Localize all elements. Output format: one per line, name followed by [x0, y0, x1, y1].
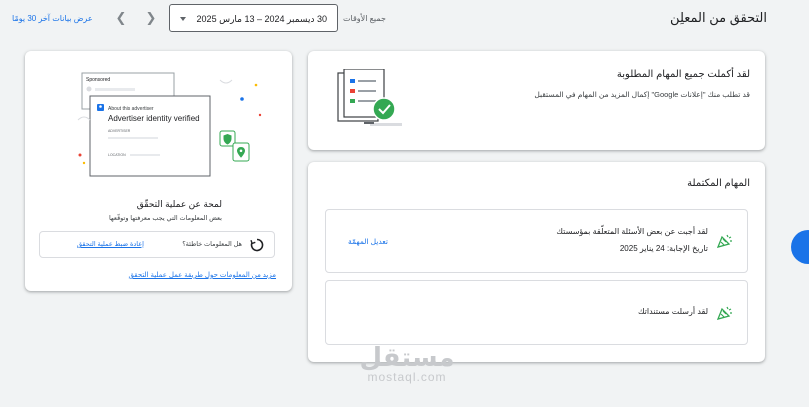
- summary-card: لقد أكملت جميع المهام المطلوبة قد تطلب م…: [308, 51, 765, 150]
- date-range-picker[interactable]: 30 ديسمبر 2024 – 13 مارس 2025: [169, 4, 338, 32]
- verification-overview-card: Sponsored About this advertiser Advertis…: [25, 51, 292, 291]
- svg-text:About this advertiser: About this advertiser: [108, 106, 154, 112]
- history-icon: [250, 238, 264, 252]
- edit-task-link[interactable]: تعديل المهمّة: [348, 237, 388, 246]
- svg-text:ADVERTISER: ADVERTISER: [108, 129, 131, 133]
- chevron-right-icon[interactable]: ❯: [144, 10, 158, 26]
- task-item: لقد أجبت عن بعض الأسئلة المتعلّقة بمؤسست…: [325, 209, 748, 273]
- page-title: التحقق من المعلِن: [670, 10, 767, 25]
- info-question: هل المعلومات خاطئة؟: [182, 241, 242, 248]
- top-bar: التحقق من المعلِن جميع الأوقات 30 ديسمبر…: [0, 0, 809, 42]
- summary-body: قد تطلب منك "إعلانات Google" إكمال المزي…: [534, 90, 750, 99]
- task-title: لقد أجبت عن بعض الأسئلة المتعلّقة بمؤسست…: [556, 227, 708, 236]
- party-popper-icon: [717, 306, 732, 320]
- reset-verification-link[interactable]: إعادة ضبط عملية التحقق: [77, 240, 144, 248]
- dropdown-caret-icon: [180, 17, 186, 21]
- scroll-button[interactable]: [791, 230, 809, 264]
- overview-body: بعض المعلومات التي يجب معرفتها وتوقّعها: [108, 215, 222, 222]
- checklist-illustration: [337, 69, 402, 126]
- info-box: هل المعلومات خاطئة؟ إعادة ضبط عملية التح…: [39, 231, 275, 258]
- svg-text:Sponsored: Sponsored: [86, 77, 110, 83]
- advertiser-verified-illustration: Sponsored About this advertiser Advertis…: [77, 72, 262, 177]
- completed-tasks-card: المهام المكتملة لقد أجبت عن بعض الأسئلة …: [308, 162, 765, 362]
- overview-title: لمحة عن عملية التحقّق: [136, 199, 222, 209]
- watermark: مستقل mostaql.com: [352, 343, 462, 383]
- date-range-label: جميع الأوقات: [343, 14, 386, 23]
- watermark-latin: mostaql.com: [367, 370, 447, 384]
- svg-text:LOCATION: LOCATION: [108, 153, 126, 157]
- chevron-left-icon[interactable]: ❮: [114, 10, 128, 26]
- svg-text:Advertiser identity verified: Advertiser identity verified: [108, 114, 200, 123]
- summary-title: لقد أكملت جميع المهام المطلوبة: [616, 69, 750, 80]
- task-item: لقد أرسلت مستنداتك: [325, 280, 748, 345]
- last-30-days-link[interactable]: عرض بيانات آخر 30 يومًا: [12, 14, 93, 23]
- completed-tasks-title: المهام المكتملة: [687, 178, 750, 189]
- task-title: لقد أرسلت مستنداتك: [637, 307, 708, 316]
- watermark-arabic: مستقل: [359, 342, 455, 372]
- party-popper-icon: [717, 234, 732, 248]
- learn-more-link[interactable]: مزيد من المعلومات حول طريقة عمل عملية ال…: [128, 271, 276, 279]
- task-subtitle: تاريخ الإجابة: 24 يناير 2025: [619, 244, 708, 253]
- date-range-value: 30 ديسمبر 2024 – 13 مارس 2025: [196, 14, 327, 24]
